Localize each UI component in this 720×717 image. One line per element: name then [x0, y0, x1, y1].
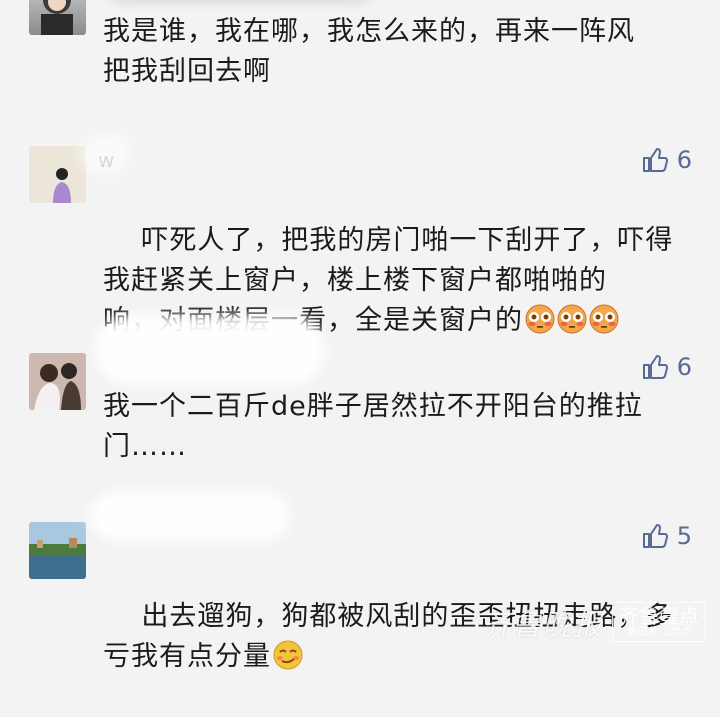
comment-item-3: 6 我一个二百斤de胖子居然拉不开阳台的推拉 门……: [0, 315, 720, 475]
redacted-nickname: [110, 0, 370, 2]
thumbs-up-icon: [642, 355, 668, 379]
redacted-nickname: [95, 315, 325, 385]
flushed-face-emoji: [557, 304, 587, 334]
comment-item-1: 我是谁，我在哪，我怎么来的，再来一阵风 把我刮回去啊: [0, 0, 720, 100]
redacted-nickname: [80, 134, 130, 174]
like-count: 6: [676, 353, 692, 381]
like-button[interactable]: 6: [641, 351, 692, 383]
watermark-brand: 齐鲁壹点 我记者·上壹点: [612, 602, 706, 642]
watermark-name: 齐鲁晚报: [482, 608, 602, 643]
avatar[interactable]: [29, 522, 86, 579]
like-button[interactable]: 5: [641, 520, 692, 552]
like-count: 5: [676, 522, 692, 550]
avatar[interactable]: [29, 0, 86, 35]
publisher-watermark: 齐鲁晚报 齐鲁壹点 我记者·上壹点: [482, 600, 706, 644]
watermark-brand-text: 齐鲁壹点: [619, 604, 699, 628]
avatar[interactable]: [29, 146, 86, 203]
smirk-face-emoji: [273, 640, 303, 670]
redacted-nickname: [90, 491, 290, 541]
thumbs-up-icon: [642, 148, 668, 172]
flushed-face-emoji: [589, 304, 619, 334]
watermark-slogan: 我记者·上壹点: [627, 627, 691, 638]
comment-text: 我一个二百斤de胖子居然拉不开阳台的推拉 门……: [103, 391, 643, 462]
like-count: 6: [676, 146, 692, 174]
flushed-face-emoji: [525, 304, 555, 334]
comment-text: 我是谁，我在哪，我怎么来的，再来一阵风 把我刮回去啊: [103, 16, 635, 87]
thumbs-up-icon: [642, 524, 668, 548]
comment-item-2: w 6 吓死人了，把我的房门啪一下刮开了，吓得 我赶紧关上窗户，楼上楼下窗户都啪…: [0, 134, 720, 336]
like-button[interactable]: 6: [641, 144, 692, 176]
avatar[interactable]: [29, 353, 86, 410]
